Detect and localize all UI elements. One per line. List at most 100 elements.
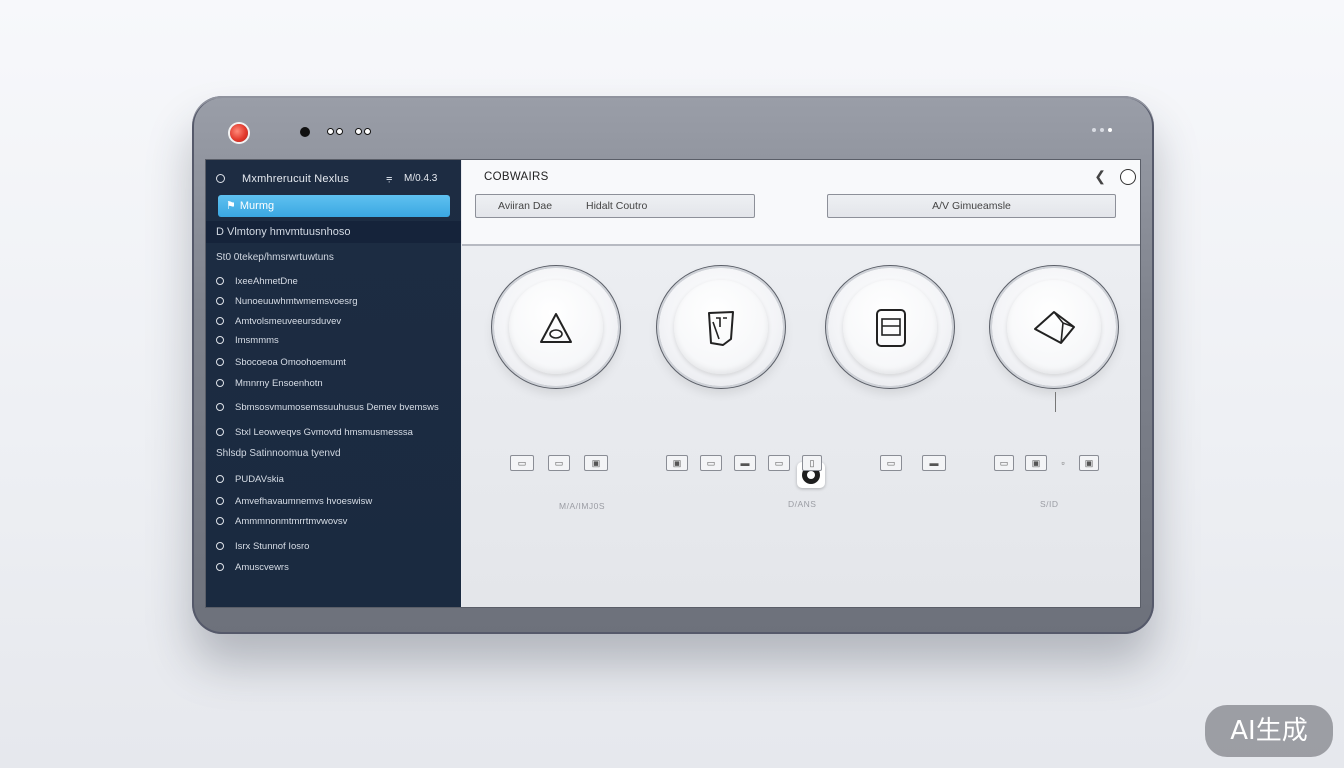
sidebar-item[interactable]: Ammmnonmtmrrtmvwovsv: [216, 513, 347, 529]
radio-icon: [216, 563, 224, 571]
main-content: M/A/IMJ0S D/ANS S/ID ▭ ▭ ▣ ▣ ▭ ▬ ▭ ▯ ▭ ▬…: [462, 246, 1140, 607]
sidebar-item-label: Imsmmms: [235, 334, 279, 346]
clipboard-icon: [708, 311, 734, 346]
image-icon[interactable]: ▬: [734, 455, 756, 471]
sidebar-item-label: Stxl Leowveqvs Gvmovtd hmsmusmesssa: [235, 426, 413, 438]
radio-icon: [216, 475, 224, 483]
sidebar-item[interactable]: Isrx Stunnof Iosro: [216, 538, 309, 554]
chevron-left-icon[interactable]: ❮: [1094, 168, 1106, 185]
image-icon[interactable]: ▭: [994, 455, 1014, 471]
radio-icon: [216, 379, 224, 387]
sidebar: Mxmhrerucuit Nexlus ⩦ M/0.4.3 ⚑ Murmg D V…: [206, 160, 461, 607]
av-settings-field[interactable]: A/V Gimueamsle: [827, 194, 1116, 218]
sidebar-item-label: Amvefhavaumnemvs hvoeswisw: [235, 495, 373, 507]
radio-icon: [216, 317, 224, 325]
sidebar-header: Mxmhrerucuit Nexlus ⩦ M/0.4.3: [206, 160, 461, 196]
icon-group: ▭ ▬: [880, 454, 946, 472]
tile-caption: D/ANS: [788, 499, 817, 509]
radio-icon: [216, 358, 224, 366]
image-icon[interactable]: ▭: [768, 455, 790, 471]
sidebar-item-label: Amtvolsmeuveeursduvev: [235, 315, 342, 327]
date-control-field[interactable]: Aviiran Dae Hidalt Coutro: [475, 194, 755, 218]
image-icon[interactable]: ▭: [880, 455, 902, 471]
circle-icon[interactable]: [1120, 169, 1136, 185]
sidebar-title: Mxmhrerucuit Nexlus: [242, 173, 350, 185]
sidebar-item-label: Nunoeuuwhmtwmemsvoesrg: [235, 295, 358, 307]
image-icon[interactable]: ▣: [1079, 455, 1099, 471]
radio-icon: [216, 403, 224, 411]
sidebar-item[interactable]: Sbmsosvmumosemssuuhusus Demev bvemsws: [216, 399, 439, 415]
radio-icon: [216, 517, 224, 525]
status-dots-icon: [355, 128, 371, 136]
tile-document[interactable]: [828, 268, 952, 386]
image-icon[interactable]: ▬: [922, 455, 946, 471]
icon-group: ▣ ▭ ▬ ▭ ▯: [666, 454, 822, 472]
tile-diamond[interactable]: [992, 268, 1116, 386]
sidebar-item-label: Isrx Stunnof Iosro: [235, 540, 310, 552]
field-right-label: Hidalt Coutro: [586, 200, 648, 212]
sidebar-item[interactable]: Nunoeuuwhmtwmemsvoesrg: [216, 293, 358, 309]
image-icon[interactable]: ▣: [1025, 455, 1047, 471]
icon-group: ▭ ▣ ▫ ▣: [994, 454, 1099, 472]
radio-icon: [216, 277, 224, 285]
connector-line: [1055, 392, 1056, 412]
flag-icon: ⚑: [226, 200, 236, 212]
image-icon[interactable]: ▭: [510, 455, 534, 471]
image-icon[interactable]: ▯: [802, 455, 822, 471]
sidebar-item[interactable]: PUDAVskia: [216, 471, 284, 487]
image-icon[interactable]: ▣: [666, 455, 688, 471]
field-label: A/V Gimueamsle: [932, 200, 1011, 212]
sidebar-section-heading: St0 0tekep/hmsrwrtuwtuns: [216, 252, 334, 263]
tile-triangle[interactable]: [494, 268, 618, 386]
sidebar-item-label: IxeeAhmetDne: [235, 275, 298, 287]
sidebar-item-label: Sbocoeoa Omoohoemumt: [235, 356, 346, 368]
sidebar-item[interactable]: Stxl Leowveqvs Gvmovtd hmsmusmesssa: [216, 424, 413, 440]
diamond-icon: [1034, 311, 1075, 344]
sidebar-item-label: PUDAVskia: [235, 473, 284, 485]
device-frame: Mxmhrerucuit Nexlus ⩦ M/0.4.3 ⚑ Murmg D V…: [192, 96, 1154, 634]
radio-icon: [216, 428, 224, 436]
sidebar-item-label: Ammmnonmtmrrtmvwovsv: [235, 515, 348, 527]
page-title: COBWAIRS: [484, 171, 549, 183]
sidebar-item-label: Sbmsosvmumosemssuuhusus Demev bvemsws: [235, 401, 439, 413]
document-icon: [876, 309, 906, 347]
sidebar-item-label: Amuscvewrs: [235, 561, 289, 573]
image-icon[interactable]: ▭: [548, 455, 570, 471]
image-icon[interactable]: ▣: [584, 455, 608, 471]
tile-clipboard[interactable]: [659, 268, 783, 386]
window-controls-icon[interactable]: [1092, 128, 1112, 132]
sidebar-item[interactable]: Amuscvewrs: [216, 559, 289, 575]
app-window: Mxmhrerucuit Nexlus ⩦ M/0.4.3 ⚑ Murmg D V…: [205, 159, 1141, 608]
radio-icon: [216, 542, 224, 550]
record-indicator-icon: [230, 124, 248, 142]
tile-caption: S/ID: [1040, 499, 1059, 509]
sidebar-item[interactable]: Sbocoeoa Omoohoemumt: [216, 354, 346, 370]
sidebar-item[interactable]: Amvefhavaumnemvs hvoeswisw: [216, 493, 372, 509]
radio-icon: [216, 297, 224, 305]
sidebar-item-label: Murmg: [239, 200, 275, 212]
image-icon[interactable]: ▭: [700, 455, 722, 471]
sidebar-subheader[interactable]: D Vlmtony hmvmtuusnhoso: [206, 221, 461, 243]
field-left-label: Aviiran Dae: [498, 200, 553, 212]
sidebar-item[interactable]: IxeeAhmetDne: [216, 273, 298, 289]
radio-icon: [216, 336, 224, 344]
camera-icon: [300, 127, 310, 137]
toolbar: COBWAIRS ❮ Aviiran Dae Hidalt Coutro A/V…: [462, 160, 1140, 246]
icon-group: ▭ ▭ ▣: [510, 454, 608, 472]
sidebar-item[interactable]: Amtvolsmeuveeursduvev: [216, 313, 341, 329]
sidebar-section-heading: Shlsdp Satinnoomua tyenvd: [216, 448, 341, 459]
sidebar-radio-icon[interactable]: [216, 174, 225, 183]
sidebar-count: M/0.4.3: [404, 173, 438, 184]
sidebar-item[interactable]: Mmnrny Ensoenhotn: [216, 375, 323, 391]
radio-icon: [216, 497, 224, 505]
device-top-bar: [192, 96, 1154, 160]
sidebar-item[interactable]: Imsmmms: [216, 332, 279, 348]
status-dots-icon: [327, 128, 343, 136]
sidebar-item-label: Mmnrny Ensoenhotn: [235, 377, 323, 389]
sidebar-item-active[interactable]: ⚑ Murmg: [218, 195, 450, 217]
triangle-icon: [540, 313, 572, 343]
filter-icon[interactable]: ⩦: [386, 172, 392, 185]
tile-caption: M/A/IMJ0S: [559, 501, 606, 511]
dot-icon: ▫: [1061, 457, 1065, 468]
watermark-badge: AI生成: [1205, 705, 1333, 757]
